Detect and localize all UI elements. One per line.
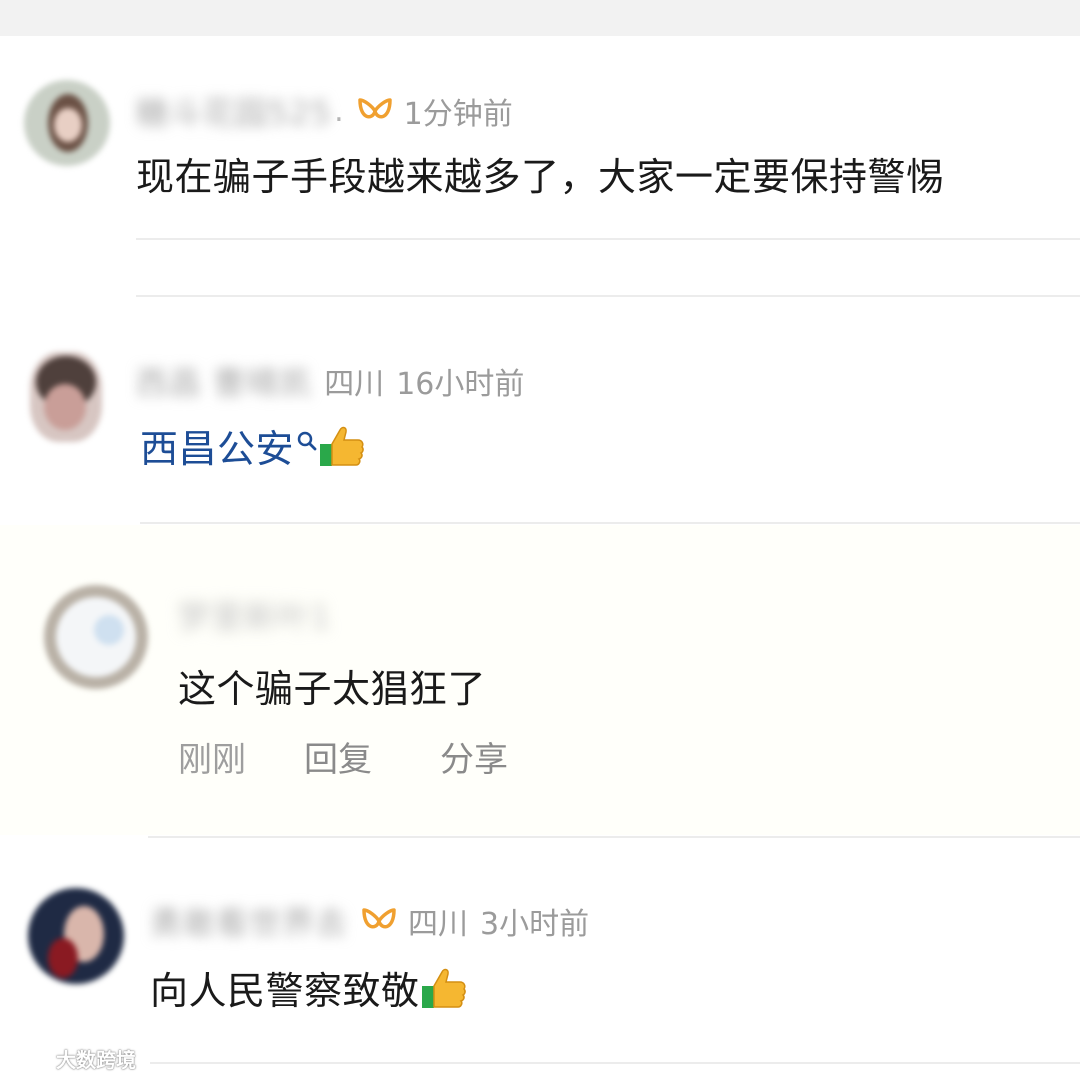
comment-time: 16小时前	[396, 367, 525, 402]
comment-text: 现在骗子手段越来越多了，大家一定要保持警惕	[136, 155, 945, 199]
vip-badge-icon	[357, 98, 392, 119]
comment-text: 这个骗子太猖狂了	[178, 667, 487, 711]
comment-time: 3小时前	[480, 907, 590, 942]
watermark-logo-icon	[9, 1050, 51, 1067]
comment-text-body: 向人民警察致敬	[150, 969, 420, 1013]
vip-badge-icon	[362, 908, 396, 929]
comment-time: 1分钟前	[403, 97, 513, 132]
watermark: 大数跨境	[8, 1044, 136, 1073]
comment-location: 四川	[408, 907, 469, 942]
comment-meta: 勇敢看世界去 四川 3小时前	[150, 898, 589, 944]
divider	[140, 522, 1080, 524]
reply-button[interactable]: 回复	[304, 732, 440, 781]
topic-link[interactable]: 西昌公安	[140, 427, 294, 471]
username[interactable]: 西昌 曹晴凯	[136, 358, 312, 404]
truncation-dot: .	[334, 93, 344, 129]
comment-actions: 刚刚 回复 分享	[178, 732, 508, 781]
search-icon	[297, 431, 317, 451]
comment-text: 西昌公安	[140, 418, 366, 473]
avatar[interactable]	[30, 352, 102, 442]
share-button[interactable]: 分享	[440, 732, 508, 781]
thumbs-up-icon	[320, 426, 364, 466]
comment-meta: 西昌 曹晴凯 四川 16小时前	[136, 358, 524, 404]
highlighted-comment-background	[0, 525, 1080, 835]
divider	[136, 295, 1080, 297]
thumbs-up-icon	[421, 968, 466, 1008]
comment-meta: 糖斗花园525 . 1分钟前	[136, 88, 513, 134]
comment-text: 向人民警察致敬	[150, 960, 468, 1015]
comment-time: 刚刚	[178, 740, 246, 780]
avatar[interactable]	[28, 888, 124, 984]
top-bar	[0, 0, 1080, 36]
avatar[interactable]	[44, 585, 148, 689]
divider	[136, 238, 1080, 240]
username[interactable]: 糖斗花园525	[136, 88, 332, 134]
username[interactable]: 梦里新叶1	[178, 592, 331, 638]
divider	[148, 836, 1080, 838]
comment-meta: 梦里新叶1	[178, 592, 331, 638]
comment-feed: 糖斗花园525 . 1分钟前 现在骗子手段越来越多了，大家一定要保持警惕 西昌 …	[0, 0, 1080, 1080]
divider	[150, 1062, 1080, 1064]
username[interactable]: 勇敢看世界去	[150, 898, 348, 944]
watermark-text: 大数跨境	[56, 1048, 136, 1072]
avatar[interactable]	[24, 80, 110, 166]
comment-location: 四川	[324, 367, 385, 402]
